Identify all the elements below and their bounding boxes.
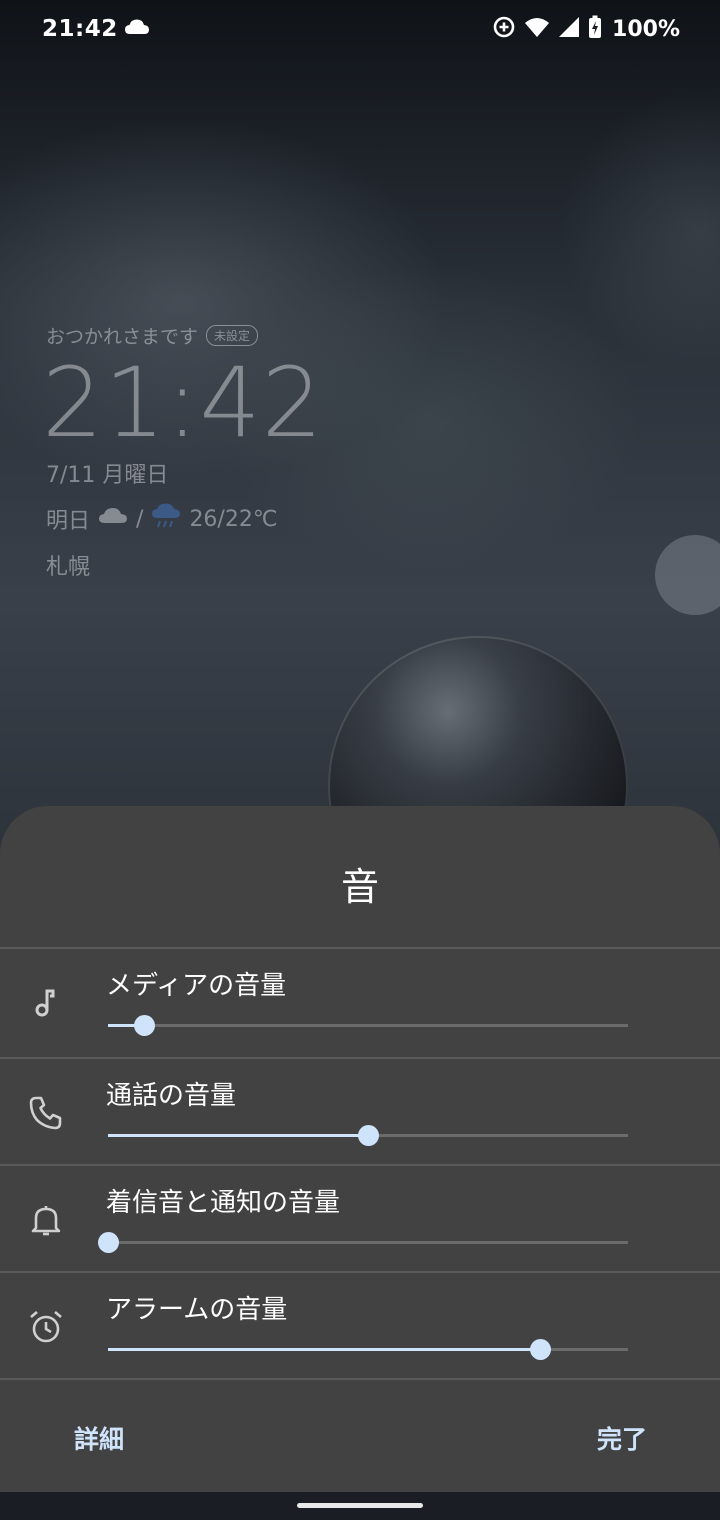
call-volume-label: 通話の音量 [106,1081,237,1111]
slider-fill [108,1134,368,1137]
phone-icon [26,1093,66,1133]
wifi-icon [524,16,550,42]
panel-title: 音 [340,865,379,909]
ring-volume-row: 着信音と通知の音量 [0,1166,720,1272]
status-icons: 100% [492,15,680,43]
slider-thumb[interactable] [98,1232,119,1253]
alarm-volume-row: アラームの音量 [0,1273,720,1379]
slider-thumb[interactable] [358,1125,379,1146]
temperature-range: 26/22℃ [189,506,278,532]
gesture-navigation-bar[interactable] [297,1503,423,1508]
call-volume-slider[interactable] [108,1125,628,1146]
lock-clock-widget: おつかれさまです 未設定 21:42 7/11 月曜日 明日 / 26/22℃ … [42,322,324,581]
cloud-weather-icon [98,506,128,532]
rain-weather-icon [151,503,181,535]
cellular-signal-icon [558,16,580,42]
battery-percent: 100% [612,16,680,42]
greeting-text: おつかれさまです [46,326,199,348]
battery-charging-icon [588,15,602,43]
weather-day-label: 明日 [46,509,91,534]
weather-location: 札幌 [46,555,91,580]
unset-badge[interactable]: 未設定 [206,325,259,346]
slider-thumb[interactable] [134,1015,156,1036]
slider-thumb[interactable] [529,1339,551,1360]
weather-forecast: 明日 / 26/22℃ [46,503,324,535]
call-volume-row: 通話の音量 [0,1059,720,1165]
status-time: 21:42 [42,16,118,42]
media-volume-row: メディアの音量 [0,949,720,1055]
lock-clock-time: 21:42 [42,347,324,459]
media-volume-label: メディアの音量 [106,971,287,1001]
ring-volume-label: 着信音と通知の音量 [106,1188,341,1218]
music-note-icon [26,983,66,1023]
cloud-icon [124,18,150,40]
sound-volume-panel: 音 メディアの音量 通話の音量 着信音と通知の音量 アラームの音量 詳細 完了 [0,806,720,1492]
alarm-volume-label: アラームの音量 [106,1295,288,1325]
greeting-row: おつかれさまです 未設定 [46,322,324,349]
data-saver-icon [492,15,516,43]
lock-date: 7/11 月曜日 [46,463,169,488]
divider [0,1378,720,1380]
slider-fill [108,1348,540,1351]
alarm-volume-slider[interactable] [108,1339,628,1360]
bell-icon [26,1200,66,1240]
status-bar: 21:42 100% [0,0,720,60]
media-volume-slider[interactable] [108,1015,628,1036]
weather-separator: / [136,506,144,532]
done-button[interactable]: 完了 [597,1420,647,1456]
ring-volume-slider[interactable] [98,1232,628,1253]
details-button[interactable]: 詳細 [74,1420,124,1456]
alarm-clock-icon [26,1307,66,1347]
